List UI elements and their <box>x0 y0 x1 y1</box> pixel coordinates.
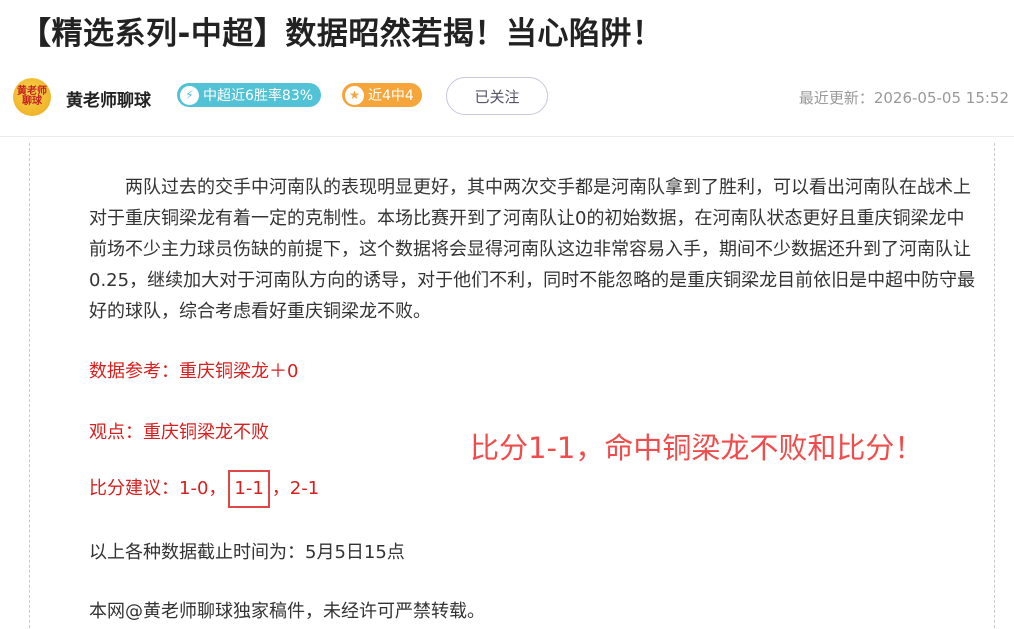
score-suggestion-prefix: 比分建议：1-0， <box>89 478 227 499</box>
header-divider <box>0 136 1014 137</box>
article-page: 【精选系列-中超】数据昭然若揭！当心陷阱！ 黄老师 聊球 黄老师聊球 ⚡ 中超近… <box>0 0 1014 629</box>
follow-button[interactable]: 已关注 <box>446 77 548 115</box>
score-suggestion-suffix: ，2-1 <box>271 478 320 499</box>
last-updated: 最近更新：2026-05-05 15:52 <box>798 89 1009 107</box>
lightning-icon: ⚡ <box>180 85 199 105</box>
win-rate-badge-label: 中超近6胜率83% <box>203 88 314 104</box>
copyright-notice: 本网@黄老师聊球独家稿件，未经许可严禁转载。 <box>89 601 485 622</box>
author-bar: 黄老师 聊球 黄老师聊球 ⚡ 中超近6胜率83% ★ 近4中4 已关注 最近更新… <box>0 72 1014 122</box>
author-avatar[interactable]: 黄老师 聊球 <box>13 78 51 116</box>
author-name[interactable]: 黄老师聊球 <box>66 86 151 111</box>
result-annotation: 比分1-1，命中铜梁龙不败和比分！ <box>470 431 924 465</box>
article-paragraph: 两队过去的交手中河南队的表现明显更好，其中两次交手都是河南队拿到了胜利，可以看出… <box>89 177 976 322</box>
data-deadline: 以上各种数据截止时间为：5月5日15点 <box>89 542 405 563</box>
score-suggestion: 比分建议：1-0， 1-1 ，2-1 <box>89 470 319 508</box>
recent-record-badge: ★ 近4中4 <box>342 83 422 107</box>
score-hit-highlight: 1-1 <box>228 470 270 508</box>
data-reference: 数据参考：重庆铜梁龙＋0 <box>89 361 299 382</box>
article-title: 【精选系列-中超】数据昭然若揭！当心陷阱！ <box>20 16 664 52</box>
viewpoint: 观点：重庆铜梁龙不败 <box>89 422 269 443</box>
avatar-text-bottom: 聊球 <box>22 96 42 107</box>
recent-record-badge-label: 近4中4 <box>368 88 414 104</box>
star-icon: ★ <box>345 85 364 105</box>
win-rate-badge: ⚡ 中超近6胜率83% <box>177 83 322 107</box>
